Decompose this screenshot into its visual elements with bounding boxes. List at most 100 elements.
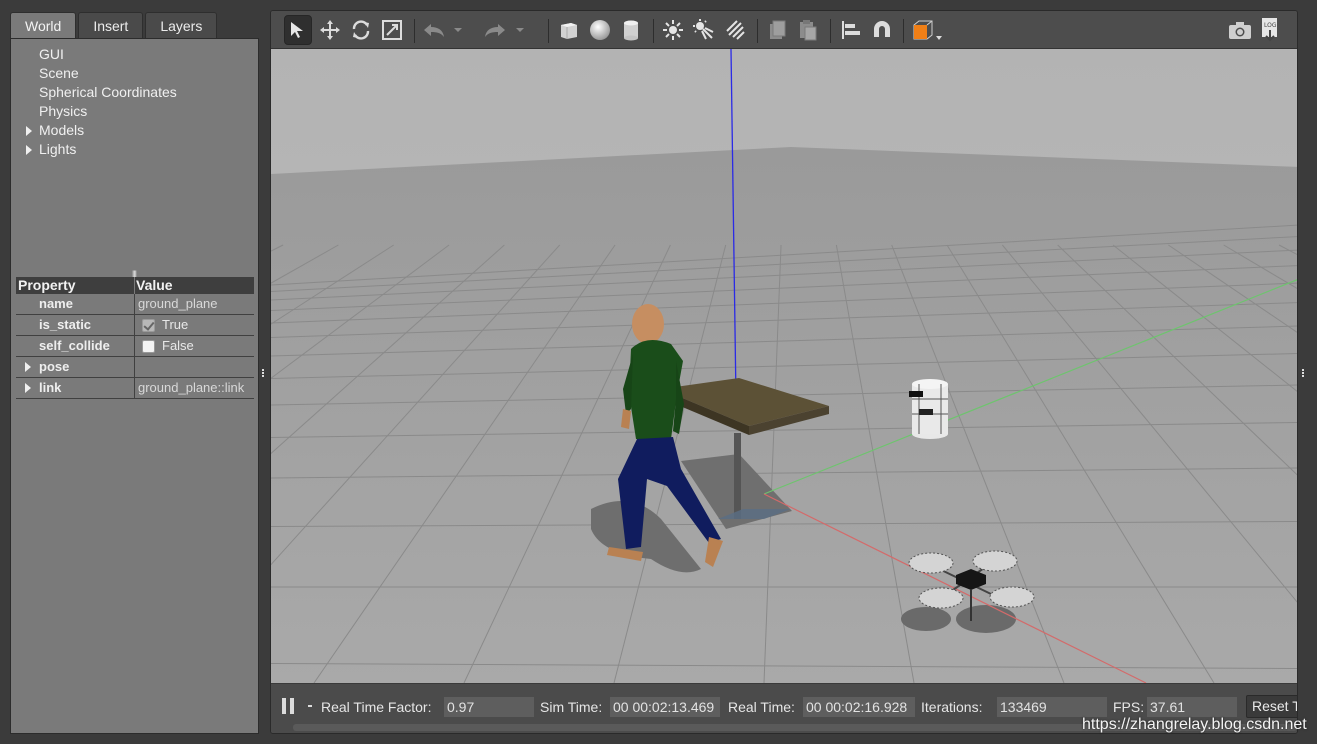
snap-button[interactable] [868,15,896,45]
spot-light-icon [693,19,714,40]
tree-item-label: Scene [39,65,79,81]
left-panel-tabs: World Insert Layers [10,12,218,38]
chevron-down-icon [454,28,462,32]
checkbox-label: False [162,338,194,353]
tab-world[interactable]: World [10,12,77,38]
magnet-icon [874,21,890,37]
undo-history-dropdown[interactable] [451,15,465,45]
property-key: name [16,294,135,314]
tree-item-label: Spherical Coordinates [39,84,177,100]
sim-time-value: 00 00:02:13.469 [610,697,720,717]
point-light-icon [663,20,683,40]
property-key: self_collide [16,336,135,356]
turtlebot-model[interactable] [909,379,948,439]
log-button[interactable]: LOG [1256,15,1284,45]
is-static-checkbox[interactable] [142,318,155,332]
step-button[interactable] [308,705,312,707]
tab-insert[interactable]: Insert [78,12,144,38]
property-row-pose[interactable]: pose [16,357,254,378]
property-value: True [135,315,188,335]
expand-arrow-icon[interactable] [25,383,31,393]
tree-item-label: Lights [39,141,77,157]
property-value: False [135,336,194,356]
tree-item-models[interactable]: Models [11,121,258,140]
screenshot-button[interactable] [1226,15,1254,45]
iterations-label: Iterations: [921,699,983,715]
self-collide-checkbox[interactable] [142,339,155,353]
world-tree: GUI Scene Spherical Coordinates Physics … [11,45,258,159]
tree-item-scene[interactable]: Scene [11,64,258,83]
fps-label: FPS: [1113,699,1145,715]
translate-mode-button[interactable] [316,15,344,45]
view-angle-button[interactable] [909,15,945,45]
cylinder-icon [624,20,638,41]
real-time-label: Real Time: [728,699,795,715]
redo-history-dropdown[interactable] [513,15,527,45]
checkbox-label: True [162,317,189,332]
expand-arrow-icon[interactable] [25,362,31,372]
property-key-label: pose [39,359,70,374]
real-time-factor-value: 0.97 [444,697,534,717]
tree-item-gui[interactable]: GUI [11,45,258,64]
property-row-self-collide: self_collide False [16,336,254,357]
property-row-is-static: is_static True [16,315,254,336]
header-value: Value [136,277,173,293]
tree-item-label: Physics [39,103,88,119]
view-angle-cube-icon [913,20,942,40]
real-time-factor-label: Real Time Factor: [321,699,432,715]
expand-arrow-icon[interactable] [26,145,32,155]
copy-icon [770,20,786,39]
tree-item-physics[interactable]: Physics [11,102,258,121]
property-value: ground_plane [138,296,218,311]
paste-icon [800,20,817,41]
property-value [135,357,138,377]
align-button[interactable] [837,15,865,45]
fps-value: 37.61 [1147,697,1237,717]
reset-time-button[interactable]: Reset T [1246,695,1297,718]
property-table-header: Property Value [16,277,254,294]
copy-button[interactable] [763,15,791,45]
insert-box-button[interactable] [555,15,583,45]
iterations-value: 133469 [997,697,1107,717]
select-mode-button[interactable] [284,15,312,45]
redo-button[interactable] [481,15,509,45]
world-panel: GUI Scene Spherical Coordinates Physics … [10,38,259,734]
paste-button[interactable] [794,15,822,45]
insert-sphere-button[interactable] [586,15,614,45]
3d-viewport[interactable] [271,49,1298,683]
tree-item-spherical-coordinates[interactable]: Spherical Coordinates [11,83,258,102]
align-icon [842,21,860,39]
scene-canvas[interactable] [271,49,1298,683]
insert-point-light-button[interactable] [659,15,687,45]
tree-item-label: Models [39,122,85,138]
pause-button[interactable] [281,696,297,716]
redo-icon [485,24,505,37]
insert-cylinder-button[interactable] [617,15,645,45]
scale-mode-button[interactable] [378,15,406,45]
rotate-mode-button[interactable] [347,15,375,45]
expand-arrow-icon[interactable] [26,126,32,136]
sphere-icon [590,20,610,40]
property-value: ground_plane::link [138,380,245,395]
property-key: is_static [16,315,135,335]
property-row-name: name ground_plane [16,294,254,315]
left-splitter-grip[interactable] [261,368,265,380]
main-area: LOG Real Time Factor: 0.97 Sim Time: 00 … [270,10,1298,734]
watermark-text: https://zhangrelay.blog.csdn.net [1082,716,1307,733]
translate-icon [320,20,340,40]
insert-directional-light-button[interactable] [721,15,749,45]
tree-item-lights[interactable]: Lights [11,140,258,159]
insert-spot-light-button[interactable] [690,15,718,45]
tab-layers[interactable]: Layers [145,12,218,38]
select-arrow-icon [291,22,303,38]
box-icon [561,23,577,39]
toolbar: LOG [271,11,1297,49]
right-splitter-grip[interactable] [1301,368,1305,380]
property-key-label: link [39,380,62,395]
property-table: Property Value name ground_plane is_stat… [16,277,254,399]
property-row-link[interactable]: link ground_plane::link [16,378,254,399]
camera-icon [1229,22,1251,39]
scale-icon [382,20,402,40]
undo-button[interactable] [420,15,448,45]
rotate-icon [352,20,370,40]
